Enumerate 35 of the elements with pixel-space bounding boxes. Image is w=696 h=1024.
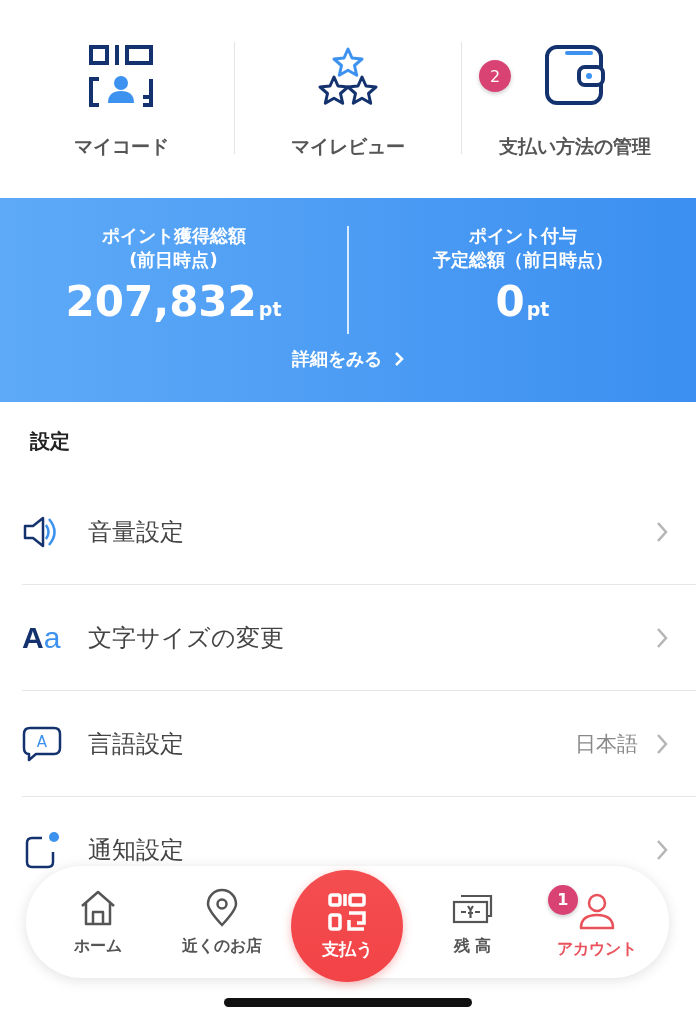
settings-row[interactable]: Aa 文字サイズの変更 xyxy=(22,585,696,691)
shortcut-label[interactable]: マイコード xyxy=(73,134,169,160)
chevron-icon xyxy=(656,732,668,755)
points-value: 0 pt xyxy=(495,276,550,328)
points-title: ポイント付与 xyxy=(468,224,577,248)
shortcut-label[interactable]: 支払い方法の管理 xyxy=(499,134,651,160)
points-subtitle: (前日時点) xyxy=(129,248,218,272)
qr-icon xyxy=(327,891,368,932)
chevron-icon xyxy=(656,838,668,861)
setting-label: 音量設定 xyxy=(88,516,184,548)
tab-item[interactable]: 残 高 xyxy=(417,887,528,957)
chevron-icon xyxy=(656,626,668,649)
settings-row[interactable]: 音量設定 xyxy=(22,479,696,585)
wallet-icon[interactable] xyxy=(543,43,607,107)
points-subtitle: 予定総額（前日時点） xyxy=(432,248,613,272)
setting-label: 文字サイズの変更 xyxy=(88,622,284,654)
points-value: 207,832 pt xyxy=(65,276,282,328)
section-heading: 設定 xyxy=(29,428,71,455)
notification-badge: 2 xyxy=(479,60,511,92)
shortcut-label[interactable]: マイレビュー xyxy=(291,134,405,160)
setting-label: 言語設定 xyxy=(88,728,184,760)
points-title: ポイント獲得総額 xyxy=(101,224,246,248)
qr-person-icon[interactable] xyxy=(87,43,155,107)
setting-value: 日本語 xyxy=(575,730,638,758)
tab-item[interactable]: 1 アカウント xyxy=(541,884,652,960)
setting-label: 通知設定 xyxy=(88,834,184,866)
notification-badge: 1 xyxy=(547,884,578,915)
tab-item[interactable]: ホーム xyxy=(43,887,154,957)
tab-item[interactable]: 近くのお店 xyxy=(167,887,278,957)
pay-tab[interactable]: 支払う xyxy=(291,870,404,982)
chevron-icon xyxy=(394,351,404,367)
chevron-icon xyxy=(656,520,668,543)
text-size-icon: Aa xyxy=(22,620,61,655)
speech-bubble-icon: A xyxy=(22,725,62,762)
settings-row[interactable]: A 言語設定 日本語 xyxy=(22,691,696,797)
